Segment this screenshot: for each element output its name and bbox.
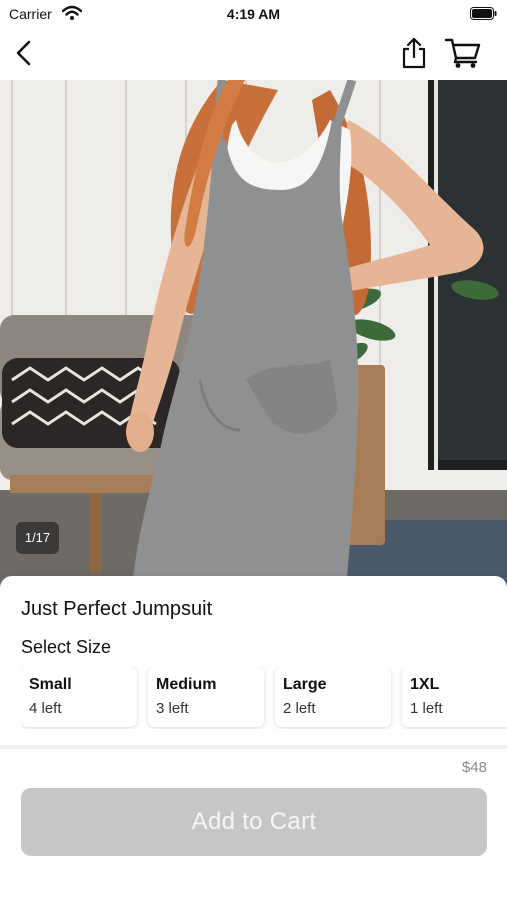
- size-name: Large: [283, 676, 327, 693]
- size-option-small[interactable]: Small 4 left: [21, 667, 137, 727]
- size-stock: 3 left: [156, 700, 189, 717]
- size-name: 1XL: [410, 676, 440, 693]
- product-price: $48: [461, 759, 487, 776]
- cart-icon: [444, 38, 481, 68]
- battery-icon: [470, 7, 497, 20]
- size-option-1xl[interactable]: 1XL 1 left: [402, 667, 507, 727]
- size-selector: Small 4 left Medium 3 left Large 2 left …: [21, 667, 507, 729]
- divider: [0, 745, 507, 749]
- size-stock: 2 left: [283, 700, 316, 717]
- image-counter: 1/17: [16, 522, 59, 554]
- share-icon: [402, 37, 426, 69]
- status-time: 4:19 AM: [226, 6, 281, 22]
- cart-button[interactable]: [444, 37, 482, 69]
- size-name: Small: [29, 676, 72, 693]
- status-bar: Carrier 4:19 AM: [0, 0, 507, 28]
- product-image[interactable]: 1/17: [0, 80, 507, 590]
- size-stock: 1 left: [410, 700, 443, 717]
- add-to-cart-button[interactable]: Add to Cart: [21, 788, 487, 856]
- size-option-medium[interactable]: Medium 3 left: [148, 667, 264, 727]
- size-name: Medium: [156, 676, 217, 693]
- size-option-large[interactable]: Large 2 left: [275, 667, 391, 727]
- nav-bar: [0, 28, 507, 80]
- share-button[interactable]: [398, 36, 430, 70]
- product-sheet: Just Perfect Jumpsuit Select Size Small …: [0, 576, 507, 900]
- product-photo: [0, 80, 507, 590]
- size-stock: 4 left: [29, 700, 62, 717]
- back-chevron-icon: [16, 40, 31, 66]
- product-title: Just Perfect Jumpsuit: [21, 598, 213, 620]
- size-heading: Select Size: [21, 637, 112, 657]
- back-button[interactable]: [10, 38, 40, 68]
